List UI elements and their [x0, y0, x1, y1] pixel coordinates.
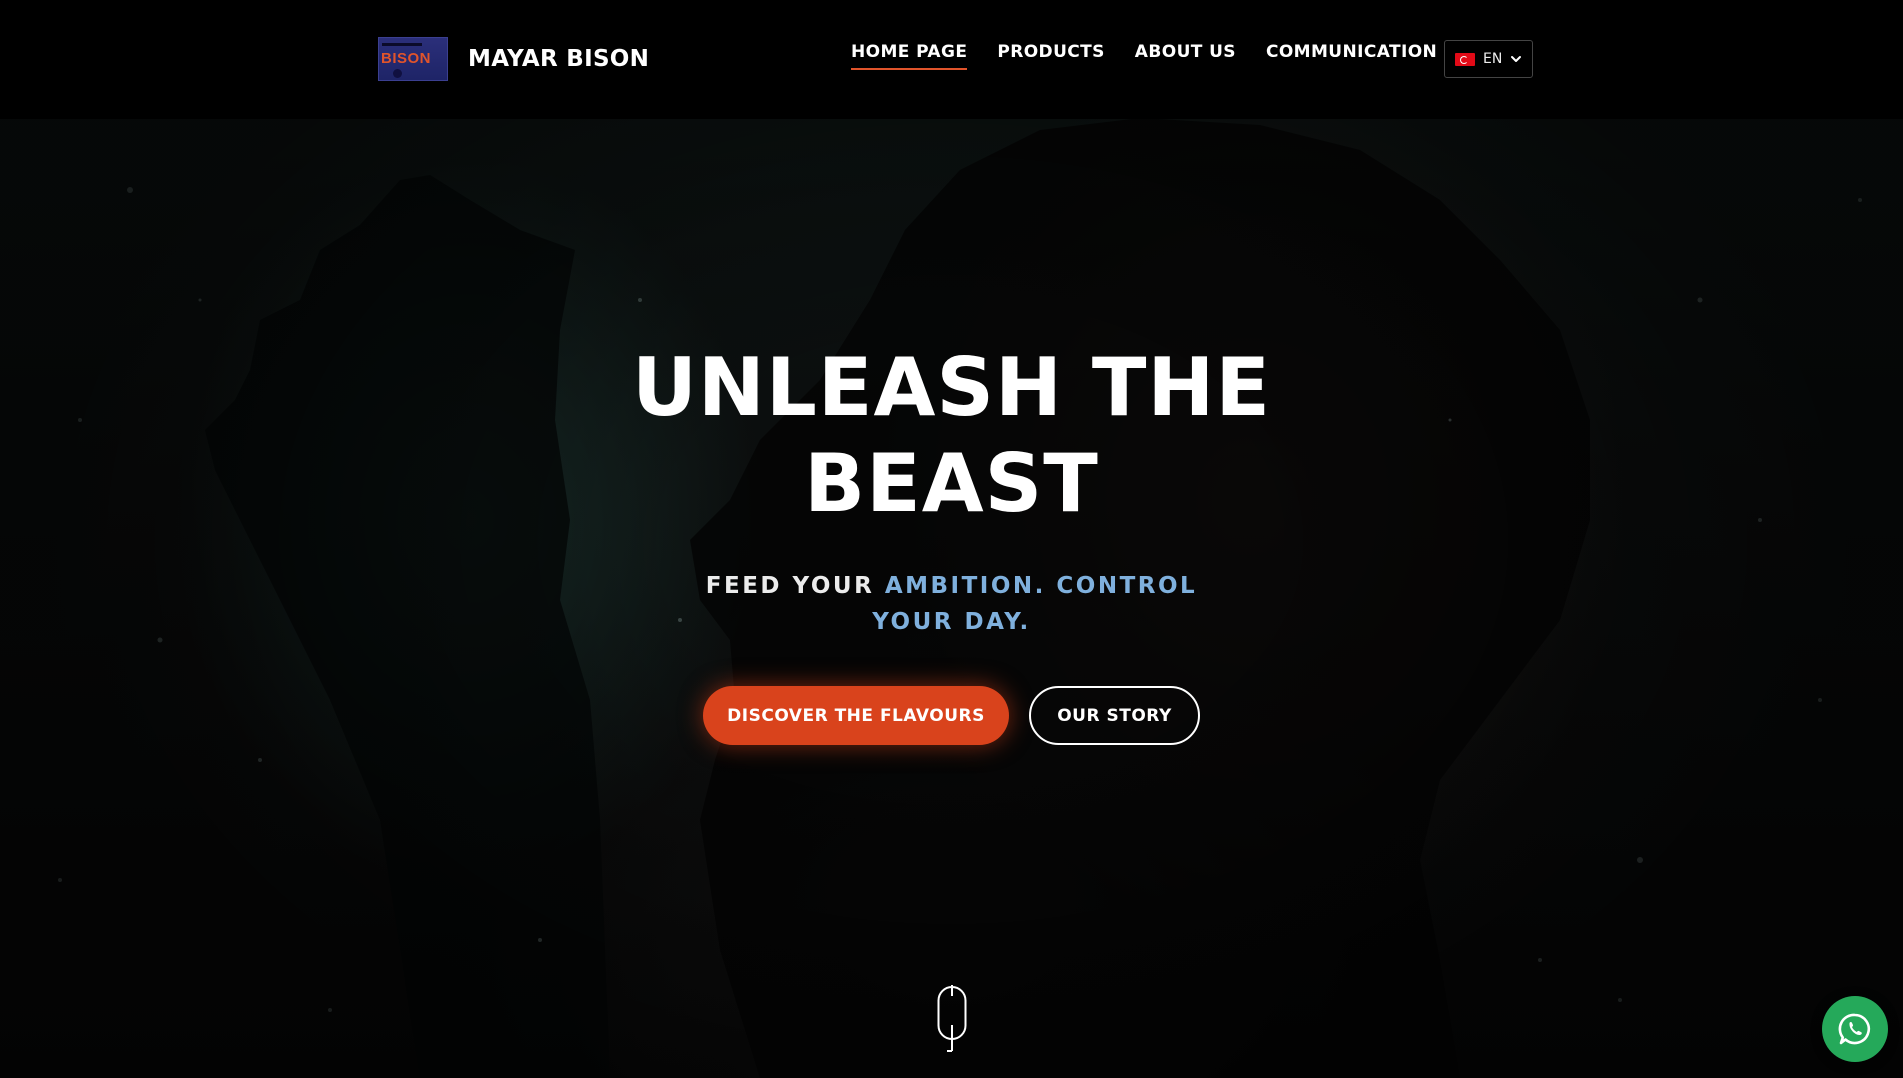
hero-subtitle: FEED YOUR AMBITION. CONTROL YOUR DAY. [672, 568, 1232, 640]
nav-item-products[interactable]: PRODUCTS [997, 42, 1104, 70]
subtitle-part4: DAY. [964, 609, 1031, 635]
site-header: BISON MAYAR BISON HOME PAGE PRODUCTS ABO… [0, 0, 1903, 119]
nav-item-about-us[interactable]: ABOUT US [1135, 42, 1236, 70]
logo-text: BISON [381, 50, 432, 67]
nav-item-home-page[interactable]: HOME PAGE [851, 42, 968, 70]
turkey-flag-icon [1455, 52, 1475, 66]
brand[interactable]: BISON MAYAR BISON [378, 37, 649, 81]
chevron-down-icon [1511, 56, 1522, 62]
whatsapp-icon [1838, 1013, 1871, 1045]
logo-bar [382, 43, 422, 46]
subtitle-part2: AMBITION. [884, 573, 1046, 599]
hero: UNLEASH THE BEAST FEED YOUR AMBITION. CO… [0, 340, 1903, 745]
hero-cta-row: DISCOVER THE FLAVOURS OUR STORY [0, 686, 1903, 745]
hero-title-line2: BEAST [804, 437, 1099, 530]
discover-flavours-button[interactable]: DISCOVER THE FLAVOURS [703, 686, 1009, 745]
hero-title: UNLEASH THE BEAST [572, 340, 1332, 532]
our-story-button[interactable]: OUR STORY [1029, 686, 1200, 745]
whatsapp-button[interactable] [1822, 996, 1888, 1062]
nav-item-communication[interactable]: COMMUNICATION [1266, 42, 1437, 70]
page: BISON MAYAR BISON HOME PAGE PRODUCTS ABO… [0, 0, 1903, 1078]
subtitle-part1: FEED YOUR [705, 573, 875, 599]
brand-name[interactable]: MAYAR BISON [468, 46, 649, 72]
hero-title-line1: UNLEASH THE [631, 341, 1272, 434]
logo-mark [393, 69, 402, 78]
language-code: EN [1483, 51, 1503, 67]
scroll-mouse-icon[interactable] [937, 985, 967, 1053]
language-selector[interactable]: EN [1444, 40, 1533, 78]
brand-logo[interactable]: BISON [378, 37, 448, 81]
main-nav: HOME PAGE PRODUCTS ABOUT US COMMUNICATIO… [851, 42, 1437, 70]
